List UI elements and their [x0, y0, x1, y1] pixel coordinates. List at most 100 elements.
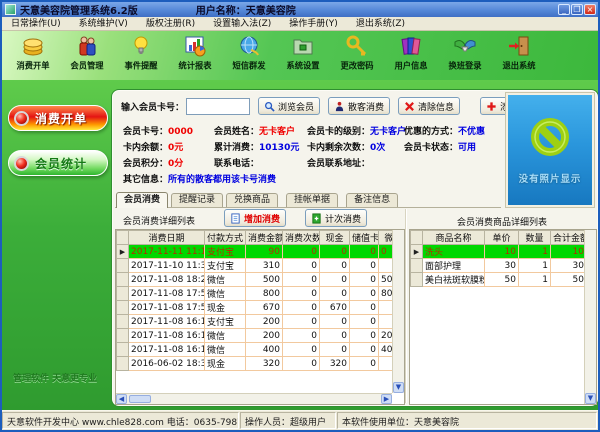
scroll-down-icon[interactable]: ▼ — [393, 382, 404, 393]
toolbar-report-stats[interactable]: 统计报表 — [168, 34, 222, 72]
table-cell[interactable]: 0 — [320, 287, 350, 301]
table-cell[interactable]: 洗头 — [423, 245, 485, 259]
table-cell[interactable]: 0 — [350, 259, 379, 273]
table-cell[interactable]: 2017-11-08 16:14:24 — [129, 329, 205, 343]
table-row[interactable]: 2017-11-08 18:20:15微信500000500 — [117, 273, 393, 287]
row-selector[interactable] — [117, 343, 129, 357]
menu-item-manual[interactable]: 操作手册(Y) — [280, 17, 347, 30]
toolbar-shift-login[interactable]: 换班登录 — [438, 34, 492, 72]
browse-members-button[interactable]: 浏览会员 — [258, 97, 320, 115]
table-cell[interactable]: 2016-06-02 18:30:58 — [129, 357, 205, 371]
table-cell[interactable]: 2017-11-10 11:35:54 — [129, 259, 205, 273]
table-cell[interactable]: 0 — [320, 273, 350, 287]
toolbar-change-password[interactable]: 更改密码 — [330, 34, 384, 72]
table-cell[interactable]: 现金 — [205, 301, 246, 315]
goods-table-vscrollbar[interactable]: ▼ — [584, 230, 596, 404]
table-cell[interactable]: 10 — [551, 245, 585, 259]
table-cell[interactable]: 0 — [283, 287, 320, 301]
table-cell[interactable]: 0 — [283, 343, 320, 357]
column-header[interactable]: 消费次数 — [283, 231, 320, 245]
column-header[interactable]: 消费金额 — [246, 231, 283, 245]
table-cell[interactable]: 2017-11-08 16:14:12 — [129, 343, 205, 357]
table-cell[interactable]: 0 — [320, 245, 350, 259]
table-cell[interactable]: 670 — [246, 301, 283, 315]
menu-item-input-method[interactable]: 设置输入法(Z) — [204, 17, 280, 30]
clear-info-button[interactable]: 清除信息 — [398, 97, 460, 115]
table-cell[interactable]: 670 — [320, 301, 350, 315]
table-cell[interactable]: 50 — [551, 273, 585, 287]
table-cell[interactable]: 2017-11-08 18:20:15 — [129, 273, 205, 287]
row-selector[interactable]: ▶ — [411, 245, 423, 259]
table-cell[interactable]: 0 — [350, 315, 379, 329]
toolbar-event-reminder[interactable]: 事件提醒 — [114, 34, 168, 72]
add-consume-button[interactable]: 增加消费 — [224, 209, 286, 227]
table-cell[interactable]: 支付宝 — [205, 245, 246, 259]
row-selector[interactable] — [117, 315, 129, 329]
column-header[interactable]: 付款方式 — [205, 231, 246, 245]
menu-item-daily-ops[interactable]: 日常操作(U) — [2, 17, 70, 30]
column-header[interactable]: 单价 — [485, 231, 519, 245]
table-cell[interactable]: 10 — [485, 245, 519, 259]
table-cell[interactable]: 2017-11-08 16:14:33 — [129, 315, 205, 329]
toolbar-system-settings[interactable]: 系统设置 — [276, 34, 330, 72]
minimize-button[interactable]: _ — [558, 4, 570, 15]
table-cell[interactable]: 0 — [350, 329, 379, 343]
row-selector[interactable] — [117, 287, 129, 301]
scroll-thumb[interactable] — [129, 395, 151, 403]
table-cell[interactable]: 800 — [379, 287, 393, 301]
table-cell[interactable]: 1 — [519, 259, 551, 273]
column-header[interactable]: 商品名称 — [423, 231, 485, 245]
row-selector[interactable] — [117, 329, 129, 343]
table-cell[interactable]: 0 — [350, 343, 379, 357]
table-cell[interactable] — [379, 301, 393, 315]
toolbar-sms-broadcast[interactable]: 短信群发 — [222, 34, 276, 72]
sidebar-consume-billing-button[interactable]: 消费开单 — [8, 105, 108, 131]
table-row[interactable]: 面部护理30130 — [411, 259, 585, 273]
column-header[interactable]: 微信 — [379, 231, 393, 245]
table-cell[interactable]: 0 — [350, 301, 379, 315]
scroll-left-icon[interactable]: ◀ — [116, 394, 127, 404]
column-header[interactable]: 消费日期 — [129, 231, 205, 245]
table-cell[interactable]: 400 — [379, 343, 393, 357]
toolbar-user-info[interactable]: 用户信息 — [384, 34, 438, 72]
table-cell[interactable]: 0 — [320, 315, 350, 329]
walkin-consume-button[interactable]: 散客消费 — [328, 97, 390, 115]
scroll-right-icon[interactable]: ▶ — [381, 394, 392, 404]
column-header[interactable]: 数量 — [519, 231, 551, 245]
table-cell[interactable] — [379, 259, 393, 273]
table-cell[interactable]: 400 — [246, 343, 283, 357]
maximize-button[interactable]: ❐ — [571, 4, 583, 15]
row-selector[interactable] — [117, 357, 129, 371]
row-selector[interactable] — [117, 301, 129, 315]
table-cell[interactable]: 微信 — [205, 287, 246, 301]
row-selector[interactable] — [117, 259, 129, 273]
table-cell[interactable]: 0 — [350, 357, 379, 371]
table-row[interactable]: 2017-11-08 16:14:24微信200000200 — [117, 329, 393, 343]
tab-credit-bills[interactable]: 挂帐单据 — [286, 193, 338, 207]
table-row[interactable]: 2016-06-02 18:30:58现金32003200 — [117, 357, 393, 371]
table-cell[interactable]: 2017-11-11 11:10:59 — [129, 245, 205, 259]
table-cell[interactable]: 0 — [283, 357, 320, 371]
table-cell[interactable]: 0 — [320, 259, 350, 273]
table-cell[interactable]: 微信 — [205, 329, 246, 343]
table-cell[interactable]: 310 — [246, 259, 283, 273]
table-cell[interactable]: 200 — [246, 315, 283, 329]
tab-exchange-goods[interactable]: 兑换商品 — [226, 193, 278, 207]
table-cell[interactable]: 200 — [246, 329, 283, 343]
table-cell[interactable]: 0 — [283, 329, 320, 343]
column-header[interactable]: 储值卡 — [350, 231, 379, 245]
table-cell[interactable]: 1 — [519, 245, 551, 259]
table-cell[interactable] — [379, 357, 393, 371]
table-cell[interactable]: 0 — [350, 287, 379, 301]
table-cell[interactable]: 1 — [519, 273, 551, 287]
consume-table-hscrollbar[interactable]: ◀ ▶ — [116, 393, 392, 404]
scroll-down-icon[interactable]: ▼ — [585, 393, 596, 404]
tab-remark-info[interactable]: 备注信息 — [346, 193, 398, 207]
row-selector[interactable] — [117, 273, 129, 287]
table-row[interactable]: 美白祛斑软膜粉20050150 — [411, 273, 585, 287]
row-selector[interactable] — [411, 273, 423, 287]
toolbar-consume-billing[interactable]: 消费开单 — [6, 34, 60, 72]
table-cell[interactable]: 500 — [379, 273, 393, 287]
table-cell[interactable]: 0 — [350, 245, 379, 259]
table-cell[interactable]: 50 — [485, 273, 519, 287]
